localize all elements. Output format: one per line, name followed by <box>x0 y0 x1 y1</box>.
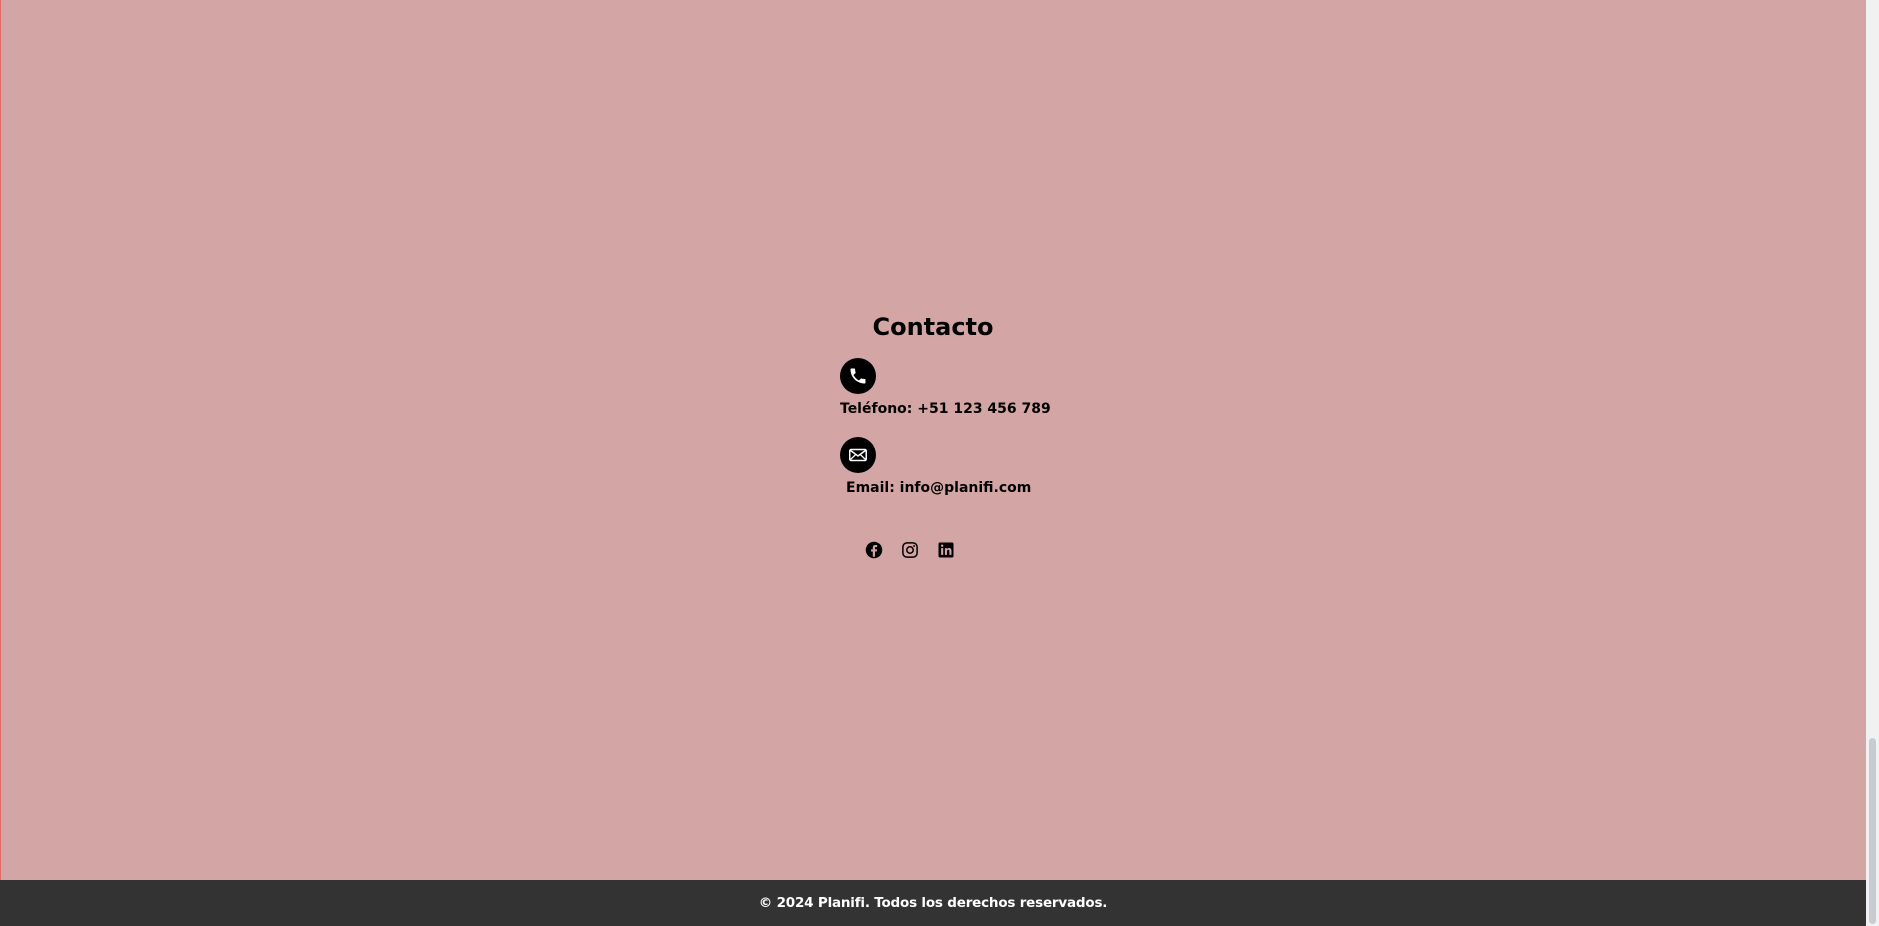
left-edge-line <box>0 0 1 880</box>
social-links <box>864 540 955 559</box>
phone-icon <box>840 358 876 394</box>
footer: © 2024 Planifi. Todos los derechos reser… <box>0 880 1866 926</box>
contact-title: Contacto <box>872 313 994 341</box>
main-section: Contacto Teléfono: +51 123 456 789 Email… <box>0 0 1866 880</box>
scrollbar[interactable] <box>1866 0 1879 926</box>
email-text: Email: info@planifi.com <box>846 480 1032 496</box>
scrollbar-thumb[interactable] <box>1869 738 1876 924</box>
facebook-icon[interactable] <box>864 540 883 559</box>
page: Contacto Teléfono: +51 123 456 789 Email… <box>0 0 1879 926</box>
phone-text: Teléfono: +51 123 456 789 <box>840 401 1051 417</box>
instagram-icon[interactable] <box>900 540 919 559</box>
copyright-text: © 2024 Planifi. Todos los derechos reser… <box>758 895 1108 911</box>
mail-icon <box>840 437 876 473</box>
linkedin-icon[interactable] <box>936 540 955 559</box>
